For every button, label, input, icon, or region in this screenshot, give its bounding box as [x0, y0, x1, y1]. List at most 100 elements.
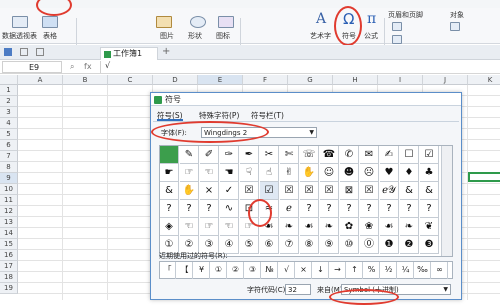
row-header[interactable]: 19	[0, 283, 18, 294]
row-header[interactable]: 16	[0, 250, 18, 261]
fx-icon[interactable]: fx	[84, 62, 92, 71]
row-header[interactable]: 7	[0, 151, 18, 162]
row-header[interactable]: 1	[0, 85, 18, 96]
symbol-cell[interactable]: ♦	[400, 164, 419, 182]
table-button[interactable]: 表格	[43, 31, 57, 41]
picture-button[interactable]: 图片	[160, 31, 174, 41]
symbol-cell[interactable]: ✉	[360, 146, 379, 164]
recent-symbol-cell[interactable]: →	[330, 262, 346, 279]
recent-symbol-cell[interactable]: ②	[228, 262, 244, 279]
symbol-cell[interactable]: ∿	[220, 200, 239, 218]
symbol-cell[interactable]: &	[160, 182, 179, 200]
row-header[interactable]: 5	[0, 129, 18, 140]
symbol-cell[interactable]: ?	[400, 200, 419, 218]
column-header[interactable]: H	[333, 75, 378, 85]
tab-symbols[interactable]: 符号(S)	[157, 110, 183, 121]
formula-button[interactable]: 公式	[364, 31, 378, 41]
symbol-cell[interactable]: ?	[360, 200, 379, 218]
symbol-cell[interactable]: ?	[180, 200, 199, 218]
symbol-cell[interactable]: ☜	[180, 218, 199, 236]
symbol-cell[interactable]: ☒	[360, 182, 379, 200]
symbol-cell[interactable]: ◈	[160, 218, 179, 236]
recent-symbol-cell[interactable]: №	[262, 262, 278, 279]
symbol-cell[interactable]: ❸	[420, 236, 439, 254]
symbol-cell[interactable]: ⑦	[280, 236, 299, 254]
symbol-cell[interactable]: ✄	[280, 146, 299, 164]
symbol-cell[interactable]: ☙	[300, 218, 319, 236]
new-tab-icon[interactable]: +	[162, 46, 170, 57]
column-header[interactable]: G	[288, 75, 333, 85]
object-button[interactable]: 对象	[450, 10, 464, 20]
symbol-cell[interactable]: ☒	[320, 182, 339, 200]
symbol-cell[interactable]: ❶	[380, 236, 399, 254]
symbol-cell[interactable]: ✿	[340, 218, 359, 236]
symbol-cell[interactable]: ♥	[380, 164, 399, 182]
workbook-tab[interactable]: 工作簿1	[100, 47, 158, 60]
symbol-cell[interactable]: ♣	[420, 164, 439, 182]
symbol-cell[interactable]: ?	[200, 200, 219, 218]
symbol-cell[interactable]: ×	[200, 182, 219, 200]
symbol-cell[interactable]: ☟	[240, 164, 259, 182]
row-header[interactable]: 12	[0, 206, 18, 217]
symbol-cell[interactable]: ℯ	[280, 200, 299, 218]
symbol-cell[interactable]: ☑	[420, 146, 439, 164]
symbol-cell[interactable]: ❦	[420, 218, 439, 236]
column-header[interactable]: B	[63, 75, 108, 85]
column-header[interactable]: K	[468, 75, 500, 85]
symbol-cell[interactable]: ☏	[300, 146, 319, 164]
row-header[interactable]: 10	[0, 184, 18, 195]
row-header[interactable]: 17	[0, 261, 18, 272]
row-header[interactable]: 2	[0, 96, 18, 107]
symbol-cell[interactable]: ☜	[200, 164, 219, 182]
zoom-magnifier-icon[interactable]: ⌕	[70, 62, 74, 72]
symbol-cell[interactable]: ☜	[220, 218, 239, 236]
recent-symbol-cell[interactable]: 【	[177, 262, 193, 279]
symbol-cell[interactable]: ☒	[240, 182, 259, 200]
character-code-input[interactable]: 32	[285, 284, 311, 295]
column-header[interactable]: C	[108, 75, 153, 85]
symbol-cell[interactable]: ?	[320, 200, 339, 218]
symbol-cell[interactable]: ✐	[200, 146, 219, 164]
symbol-cell[interactable]	[160, 146, 179, 164]
icons-button[interactable]: 图标	[216, 31, 230, 41]
select-all-corner[interactable]	[0, 75, 18, 85]
symbol-cell[interactable]: ☞	[180, 164, 199, 182]
recent-symbols-list[interactable]: 「【¥ ① ② ③ № √ × ↓ → ↑% ½ ¼ ‰ ∞	[159, 261, 453, 279]
symbol-cell[interactable]: ☒	[280, 182, 299, 200]
symbol-cell[interactable]: ✑	[220, 146, 239, 164]
symbol-cell[interactable]: ⑧	[300, 236, 319, 254]
symbol-cell[interactable]: ⓪	[360, 236, 379, 254]
symbol-cell[interactable]: ☛	[160, 164, 179, 182]
row-header[interactable]: 14	[0, 228, 18, 239]
symbol-cell[interactable]: ⑤	[240, 236, 259, 254]
formula-input[interactable]: √	[100, 61, 500, 73]
row-header[interactable]: 9	[0, 173, 18, 184]
symbol-cell[interactable]: &	[420, 182, 439, 200]
recent-symbol-cell[interactable]: 「	[160, 262, 176, 279]
header-footer-button[interactable]: 页眉和页脚	[388, 10, 423, 20]
recent-symbol-cell[interactable]: ‰	[415, 262, 431, 279]
column-header[interactable]: F	[243, 75, 288, 85]
symbol-cell[interactable]: ❀	[360, 218, 379, 236]
pivot-table-button[interactable]: 数据透视表	[2, 31, 37, 41]
symbol-cell[interactable]: ⑥	[260, 236, 279, 254]
row-header[interactable]: 11	[0, 195, 18, 206]
symbol-cell[interactable]: ❧	[400, 218, 419, 236]
symbol-cell[interactable]: ☺	[320, 164, 339, 182]
column-header[interactable]: J	[423, 75, 468, 85]
symbol-cell[interactable]: ℯ𝒴	[380, 182, 399, 200]
symbol-cell[interactable]: ☎	[320, 146, 339, 164]
symbol-cell[interactable]: ✍	[380, 146, 399, 164]
symbol-cell[interactable]: ⊠	[340, 182, 359, 200]
home-icon[interactable]	[4, 48, 12, 56]
recent-symbol-cell[interactable]: ↓	[313, 262, 329, 279]
symbol-cell[interactable]: ✒	[240, 146, 259, 164]
symbol-cell[interactable]: ✎	[180, 146, 199, 164]
symbol-cell[interactable]: ✋	[300, 164, 319, 182]
recent-symbol-cell[interactable]: ↑	[347, 262, 363, 279]
shape-button[interactable]: 形状	[188, 31, 202, 41]
symbol-cell[interactable]: ☝	[260, 164, 279, 182]
symbol-grid[interactable]: ✎ ✐ ✑ ✒ ✂ ✄ ☏ ☎ ✆ ✉ ✍ ☐ ☑ ☛ ☞ ☜ ☚ ☟ ☝ ✌ ✋ ☺ ☻ ☹ ♥ ♦ ♣ & ✋ × ✓ ☒ ☑ ☒ ☒ ☒ ⊠ ☒ ℯ𝒴…	[159, 145, 453, 257]
recent-symbol-cell[interactable]: ③	[245, 262, 261, 279]
symbol-cell[interactable]: ❧	[320, 218, 339, 236]
